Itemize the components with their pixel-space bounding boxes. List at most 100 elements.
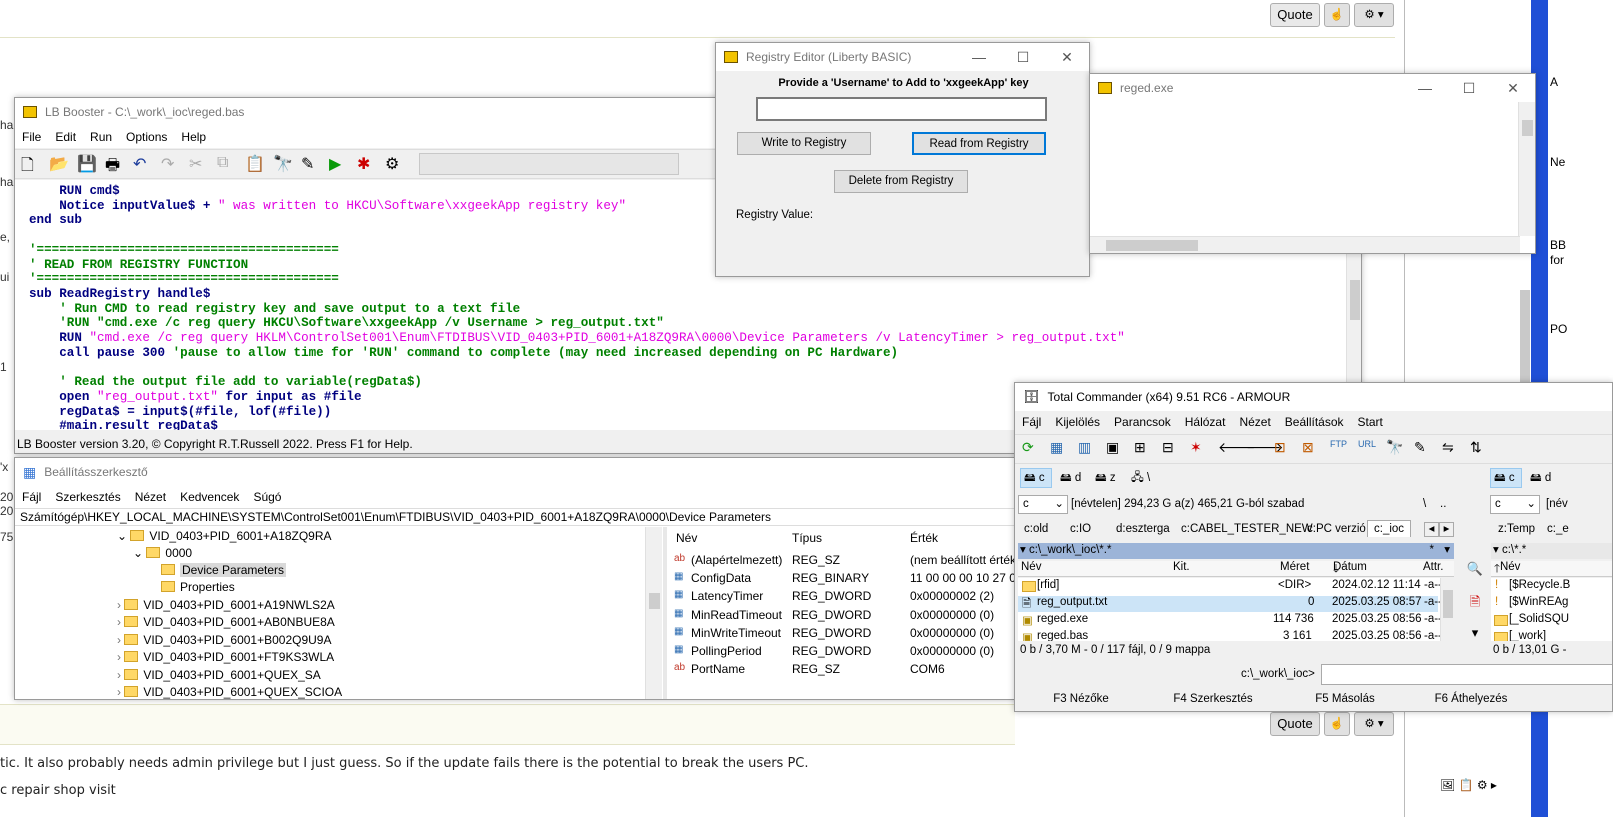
list-view-icon[interactable]: ▥ <box>1078 439 1098 459</box>
print-icon[interactable]: 🖶 <box>105 154 125 174</box>
ftp-icon[interactable]: FTP <box>1330 439 1350 459</box>
drive-c-button[interactable]: 🖴 c <box>1020 468 1052 488</box>
value-row[interactable]: ▦ LatencyTimer REG_DWORD 0x00000002 (2) <box>670 589 1018 607</box>
regedit-splitter[interactable] <box>663 527 667 699</box>
file-row[interactable]: [rfid] <DIR> 2024.02.12 11:14 -a-- <box>1018 579 1442 595</box>
tab-c-pc-verzio[interactable]: c:PC verzió <box>1307 523 1366 535</box>
reged-vscrollbar[interactable] <box>1518 102 1535 236</box>
file-row[interactable]: ! [$Recycle.B <box>1491 579 1612 595</box>
drive-select-right[interactable]: c ⌄ <box>1490 495 1540 514</box>
tree-scrollbar[interactable] <box>645 527 662 699</box>
copy-icon[interactable]: ⧉ <box>217 154 237 174</box>
menu-edit[interactable]: Edit <box>48 130 83 144</box>
tc-path-bar[interactable]: ▾ c:\_work\_ioc\*.* * ▾ <box>1018 543 1454 559</box>
select-icon[interactable]: ✶ <box>1190 439 1210 459</box>
read-registry-button[interactable]: Read from Registry <box>912 132 1046 155</box>
delete-registry-button[interactable]: Delete from Registry <box>834 170 968 193</box>
menu-run[interactable]: Run <box>83 130 119 144</box>
close-icon[interactable]: ✕ <box>1045 43 1089 71</box>
drive-z-button[interactable]: 🖴 z <box>1095 470 1116 489</box>
refresh-icon[interactable]: ⟳ <box>1022 439 1042 459</box>
quote-button[interactable]: Quote <box>1270 3 1320 27</box>
value-row[interactable]: ab (Alapértelmezett) REG_SZ (nem beállított… <box>670 553 1018 571</box>
redo-icon[interactable]: ↷ <box>161 154 181 174</box>
sync-icon[interactable]: ⇅ <box>1470 439 1490 459</box>
paste-icon[interactable]: 📋 <box>245 154 265 174</box>
file-row[interactable]: ▣ reged.bas 3 161 2025.03.25 08:56 -a-- <box>1018 630 1442 641</box>
reged-hscrollbar[interactable] <box>1090 236 1520 253</box>
thumbnails-icon[interactable]: ▣ <box>1106 439 1126 459</box>
write-registry-button[interactable]: Write to Registry <box>737 132 871 155</box>
new-file-icon[interactable]: 🗋 <box>21 154 41 174</box>
tree-item[interactable]: › VID_0403+PID_6001+B002Q9U9A <box>117 633 331 650</box>
run-icon[interactable]: ▶ <box>329 154 349 174</box>
tab-d-eszterga[interactable]: d:eszterga <box>1116 523 1170 535</box>
find-files-icon[interactable]: 🔍 <box>1464 561 1486 577</box>
tree-view-icon[interactable]: ⊞ <box>1134 439 1154 459</box>
forward-icon[interactable]: 🡒 <box>1246 439 1284 459</box>
tab-c-old[interactable]: c:old <box>1024 523 1048 535</box>
tab-c-cabel[interactable]: c:CABEL_TESTER_NEW <box>1181 523 1313 535</box>
col-nev[interactable]: Név <box>1021 561 1041 573</box>
col-meret[interactable]: Méret <box>1280 561 1309 573</box>
file-row[interactable]: ! [$WinREAg <box>1491 596 1612 612</box>
unpack-icon[interactable]: ⊠ <box>1302 439 1322 459</box>
menu-szerkesztes[interactable]: Szerkesztés <box>48 490 127 504</box>
tc-menu-kijeloles[interactable]: Kijelölés <box>1048 415 1107 429</box>
menu-file[interactable]: File <box>15 130 48 144</box>
pack-icon[interactable]: ⊡ <box>1274 439 1294 459</box>
file-row-selected[interactable]: 🗎 reg_output.txt 0 2025.03.25 08:57 -a-- <box>1018 596 1442 612</box>
col-kit[interactable]: Kit. <box>1173 561 1190 573</box>
thumbs-up-icon[interactable]: ☝ <box>1324 712 1350 736</box>
filter-icon[interactable]: ⊟ <box>1162 439 1182 459</box>
close-icon[interactable]: ✕ <box>1491 74 1535 102</box>
menu-sugo[interactable]: Súgó <box>246 490 288 504</box>
tc-menu-start[interactable]: Start <box>1351 415 1390 429</box>
tab-z-temp[interactable]: z:Temp <box>1498 523 1535 535</box>
tc-menu-parancsok[interactable]: Parancsok <box>1107 415 1178 429</box>
root-dir-button[interactable]: \ <box>1423 498 1426 510</box>
tree-item[interactable]: ⌄ VID_0403+PID_6001+A18ZQ9RA <box>117 529 332 546</box>
col-nev[interactable]: Név <box>676 531 697 545</box>
parent-dir-button[interactable]: .. <box>1440 498 1446 510</box>
icons-view-icon[interactable]: ▦ <box>1050 439 1070 459</box>
tab-c-e[interactable]: c:_e <box>1547 523 1569 535</box>
tree-item[interactable]: › VID_0403+PID_6001+QUEX_SA <box>117 668 321 685</box>
quote-button-bottom[interactable]: Quote <box>1270 712 1320 736</box>
f6-move-button[interactable]: F6 Áthelyezés <box>1411 689 1531 709</box>
rename-icon[interactable]: ✎ <box>1414 439 1434 459</box>
tc-menu-nezet[interactable]: Nézet <box>1232 415 1277 429</box>
find-icon[interactable]: 🔭 <box>273 154 293 174</box>
tab-scroll-left-icon[interactable]: ◂ <box>1424 522 1439 537</box>
tree-item[interactable]: Properties <box>161 580 235 597</box>
tc-menu-halozat[interactable]: Hálózat <box>1178 415 1233 429</box>
col-ertek[interactable]: Érték <box>910 531 938 545</box>
tc-command-input[interactable] <box>1321 664 1612 685</box>
tc-path-bar-right[interactable]: ▾ c:\*.* <box>1491 543 1612 559</box>
value-row[interactable]: ▦ConfigDataREG_BINARY11 00 00 00 10 27 0… <box>670 571 1018 589</box>
filter-star[interactable]: * <box>1430 543 1434 558</box>
open-folder-icon[interactable]: 📂 <box>49 154 69 174</box>
maximize-icon[interactable]: ☐ <box>1001 43 1045 71</box>
file-row[interactable]: [_SolidSQU <box>1491 613 1612 629</box>
compile-icon[interactable]: ⚙ <box>385 154 405 174</box>
tab-c-ioc[interactable]: c:_ioc <box>1367 520 1412 537</box>
tree-item[interactable]: › VID_0403+PID_6001+A19NWLS2A <box>117 598 335 615</box>
username-input[interactable] <box>756 97 1047 121</box>
tab-c-io[interactable]: c:IO <box>1070 523 1091 535</box>
compare-icon[interactable]: ⇋ <box>1442 439 1462 459</box>
tc-menu-fajl[interactable]: Fájl <box>1015 415 1048 429</box>
minimize-icon[interactable]: — <box>957 43 1001 71</box>
tree-item[interactable]: ⌄ 0000 <box>133 546 192 563</box>
maximize-icon[interactable]: ☐ <box>1447 74 1491 102</box>
menu-kedvencek[interactable]: Kedvencek <box>173 490 246 504</box>
tab-scroll-right-icon[interactable]: ▸ <box>1439 522 1454 537</box>
back-icon[interactable]: 🡐 <box>1218 439 1256 459</box>
menu-help[interactable]: Help <box>174 130 213 144</box>
menu-options[interactable]: Options <box>119 130 174 144</box>
minimize-icon[interactable]: — <box>1403 74 1447 102</box>
drive-d-button-right[interactable]: 🖴 d <box>1530 470 1551 489</box>
chevron-down-icon[interactable]: ▾ <box>1464 625 1486 641</box>
regedit-address-bar[interactable]: Számítógép\HKEY_LOCAL_MACHINE\SYSTEM\Con… <box>15 508 1018 526</box>
gear-icon[interactable]: ⚙ ▾ <box>1354 712 1394 736</box>
